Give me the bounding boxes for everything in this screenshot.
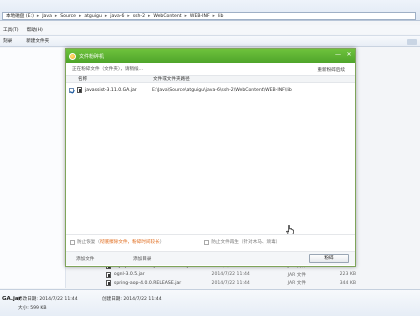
table-row[interactable]: javassist-3.11.0.GA.jar E:\Java\Source\a… (66, 85, 355, 95)
file-date: 2014/7/22 11:44 (211, 272, 250, 278)
file-size: 223 KB (339, 272, 356, 278)
list-item[interactable]: spring-aop-4.0.0.RELEASE.jar 2014/7/22 1… (106, 279, 356, 288)
minimize-icon[interactable]: — (335, 52, 341, 58)
app-logo-icon (69, 52, 76, 60)
file-size: 344 KB (339, 280, 356, 286)
breadcrumb-segment[interactable]: 本地磁盘 (E:) (6, 13, 34, 19)
created-date: 创建日期: 2014/7/22 11:44 (102, 297, 162, 302)
breadcrumb-segment[interactable]: WebContent (153, 14, 181, 19)
command-bar: 刻录 新建文件夹 (0, 35, 420, 47)
prevent-recovery-checkbox[interactable] (70, 239, 75, 245)
jar-file-icon (77, 87, 82, 93)
file-type: JAR 文件 (287, 272, 306, 278)
breadcrumb-separator[interactable]: ▸ (148, 14, 150, 19)
file-size: 大小: 599 KB (18, 306, 47, 311)
jar-file-icon (106, 280, 111, 287)
status-line: 正在粉碎文件（文件夹），请稍候... 重新粉碎后续 (66, 63, 355, 75)
breadcrumb-segment[interactable]: WEB-INF (190, 14, 210, 19)
breadcrumb-segment[interactable]: lib (218, 14, 223, 19)
prevent-recovery-label: 防止恢复（ (77, 240, 100, 245)
prevent-regen-detail: 针对木马、顽毒 (243, 240, 276, 245)
address-bar: 本地磁盘 (E:) ▸ Java ▸ Source ▸ atguigu ▸ java-6 ▸ ssh… (0, 0, 420, 21)
reshred-link[interactable]: 重新粉碎后续 (317, 67, 345, 73)
file-name: javassist-3.11.0.GA.jar (85, 87, 137, 93)
add-folder-button[interactable]: 添加目录 (133, 256, 151, 262)
table-header: 名称 文件或文件夹路径 (66, 75, 355, 83)
prevent-regen-label-end: ） (275, 240, 281, 245)
breadcrumb-segment[interactable]: Java (42, 14, 52, 19)
jar-file-icon (106, 271, 111, 278)
file-path: E:\Java\Source\atguigu\java-6\ssh-2\WebC… (152, 87, 292, 93)
breadcrumb-separator[interactable]: ▸ (213, 14, 215, 19)
list-item[interactable]: ognl-3.0.5.jar 2014/7/22 11:44 JAR 文件 22… (106, 271, 356, 280)
prevent-recovery-label-end: ） (159, 240, 165, 245)
prevent-recovery-warning: 彻底擦除文件，粉碎时间较长 (99, 240, 160, 245)
breadcrumb-segment[interactable]: java-6 (110, 14, 124, 19)
status-text: 正在粉碎文件（文件夹），请稍候... (72, 67, 143, 72)
breadcrumb-separator[interactable]: ▸ (55, 14, 57, 19)
dialog-footer: 防止恢复（ 彻底擦除文件，粉碎时间较长 ） 防止文件再生（ 针对木马、顽毒 ） … (66, 234, 355, 267)
new-folder-button[interactable]: 新建文件夹 (26, 38, 49, 44)
breadcrumb-segment[interactable]: ssh-2 (133, 14, 145, 19)
menu-tools[interactable]: 工具(T) (3, 27, 19, 33)
file-name: ognl-3.0.5.jar (113, 272, 145, 278)
file-date: 2014/7/22 11:44 (211, 280, 250, 286)
file-name: spring-aop-4.0.0.RELEASE.jar (113, 280, 182, 286)
file-checkbox[interactable] (69, 87, 74, 93)
details-pane: GA.jar 修改日期: 2014/7/22 11:44 创建日期: 2014/… (0, 289, 420, 316)
breadcrumb-segment[interactable]: atguigu (84, 14, 102, 19)
navigation-pane (0, 48, 66, 288)
column-path[interactable]: 文件或文件夹路径 (146, 76, 190, 82)
menu-bar: 工具(T) 帮助(H) (0, 25, 420, 34)
column-name[interactable]: 名称 (66, 76, 146, 82)
add-file-button[interactable]: 添加文件 (76, 256, 94, 262)
breadcrumb-separator[interactable]: ▸ (127, 14, 129, 19)
breadcrumb-separator[interactable]: ▸ (185, 14, 187, 19)
modified-date: 修改日期: 2014/7/22 11:44 (18, 297, 78, 302)
breadcrumb-separator[interactable]: ▸ (79, 14, 81, 19)
breadcrumb-separator[interactable]: ▸ (105, 14, 107, 19)
view-options-icon[interactable] (407, 39, 417, 45)
breadcrumb-segment[interactable]: Source (60, 14, 76, 19)
prevent-regen-label: 防止文件再生（ (211, 240, 244, 245)
menu-help[interactable]: 帮助(H) (27, 27, 43, 33)
burn-button[interactable]: 刻录 (3, 38, 12, 44)
dialog-title-bar[interactable]: 文件粉碎机 — ✕ (66, 49, 355, 63)
prevent-regen-checkbox[interactable] (204, 239, 210, 245)
dialog-title: 文件粉碎机 (79, 53, 105, 60)
address-field[interactable]: 本地磁盘 (E:) ▸ Java ▸ Source ▸ atguigu ▸ java-6 ▸ ssh… (2, 12, 416, 20)
shred-button[interactable]: 粉碎 (309, 254, 349, 263)
close-icon[interactable]: ✕ (346, 52, 352, 58)
file-type: JAR 文件 (287, 281, 306, 287)
breadcrumb-separator[interactable]: ▸ (37, 14, 39, 19)
file-shredder-dialog: 文件粉碎机 — ✕ 正在粉碎文件（文件夹），请稍候... 重新粉碎后续 名称 文… (65, 48, 356, 267)
